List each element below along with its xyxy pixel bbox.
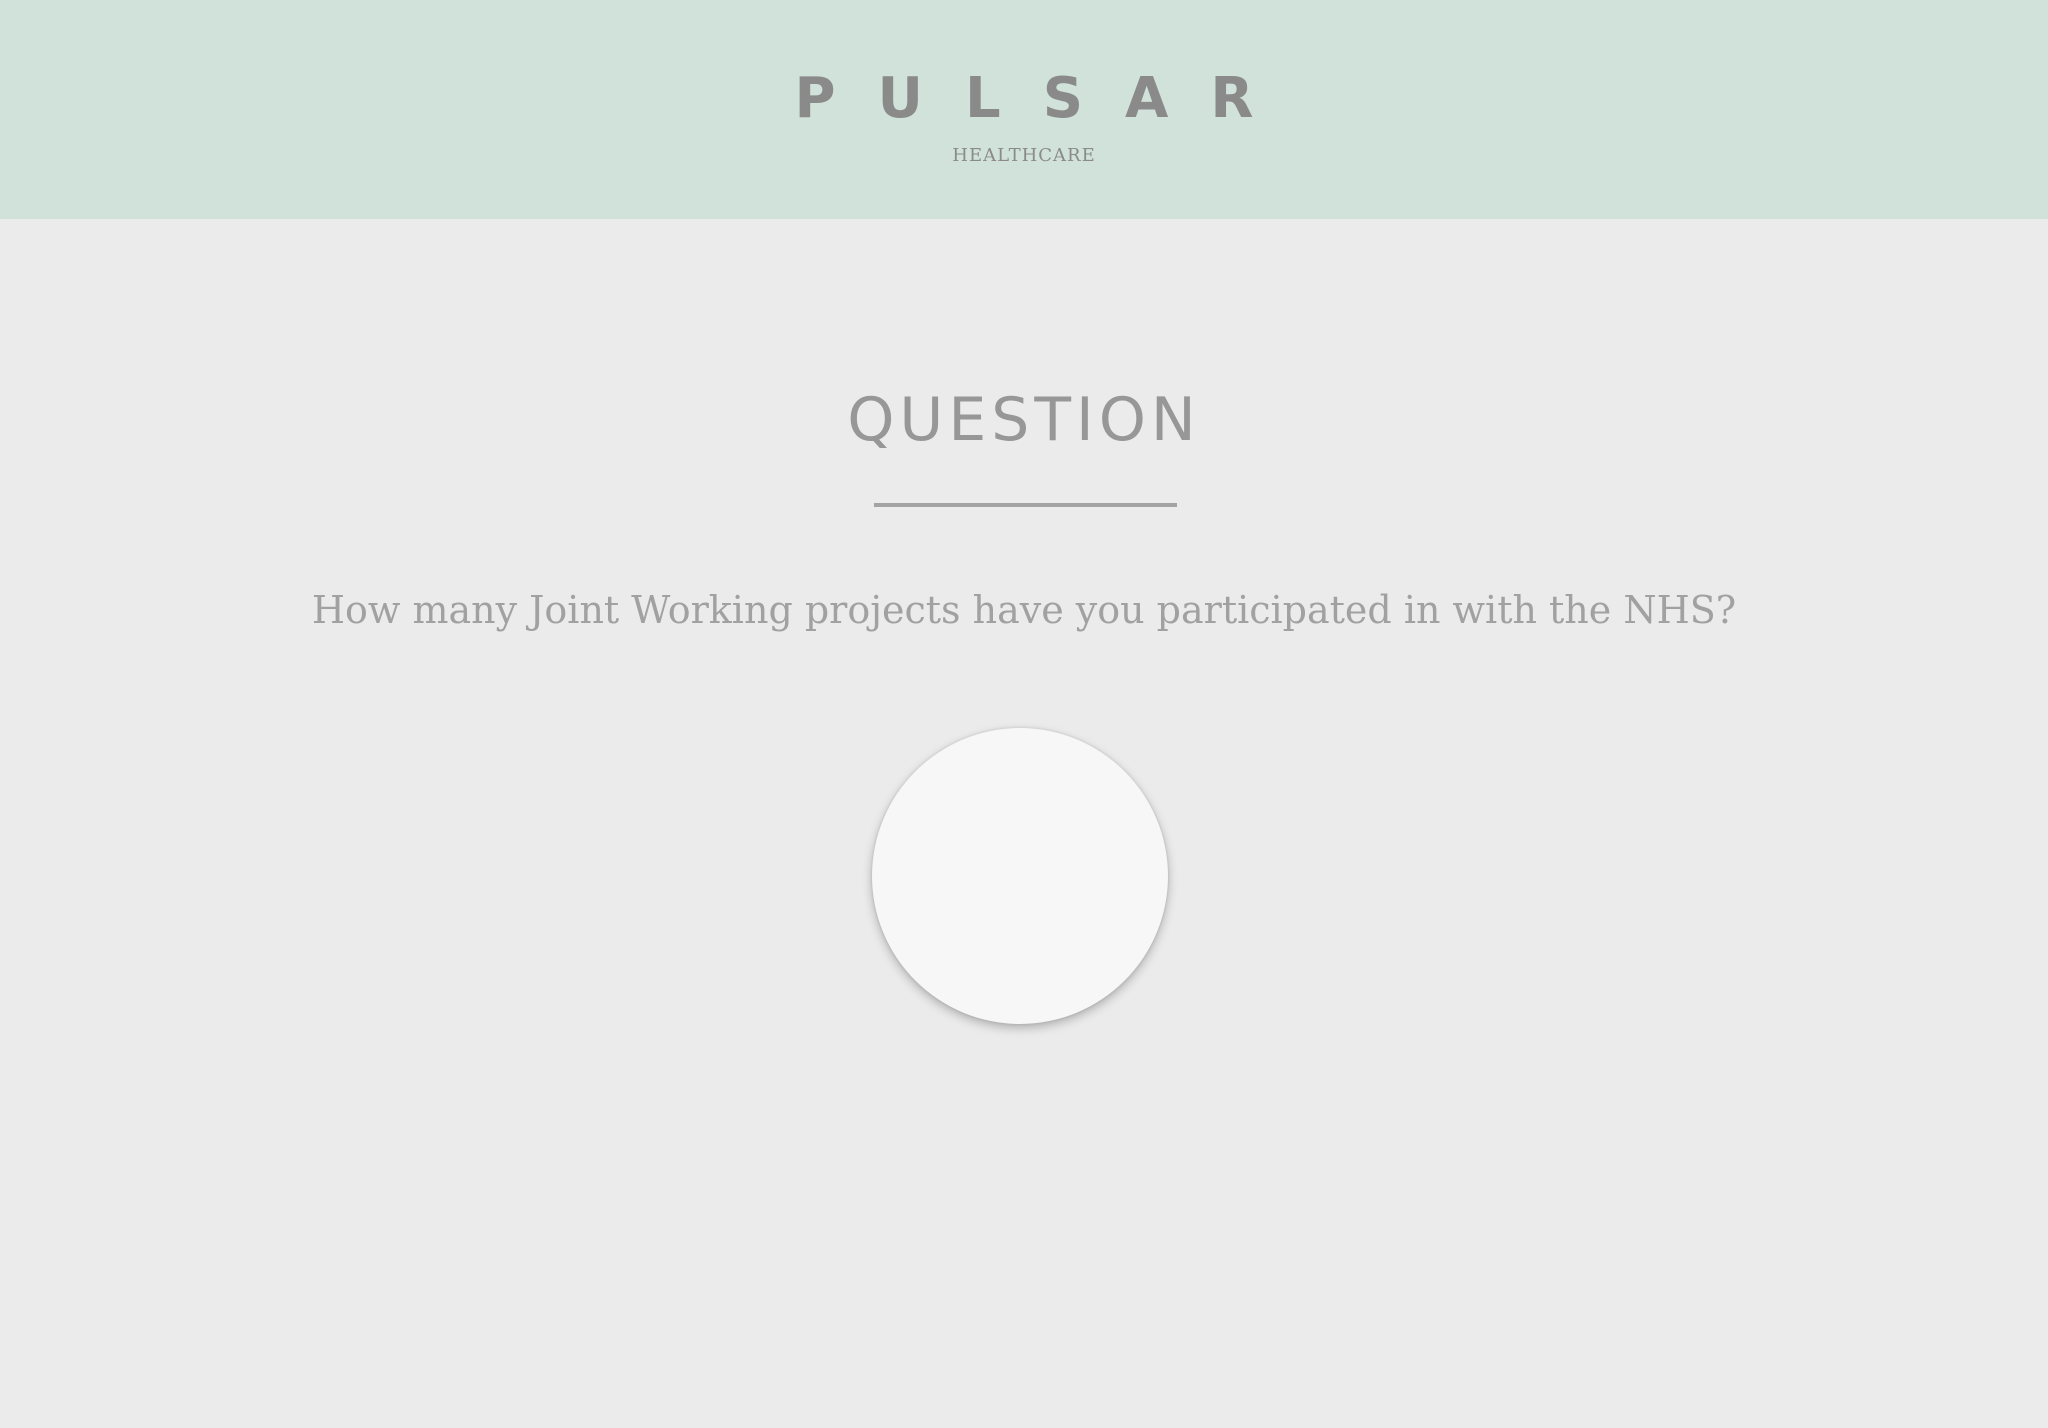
brand-subtitle: HEALTHCARE: [952, 145, 1096, 166]
site-header: PULSAR HEALTHCARE: [0, 0, 2048, 219]
section-heading: QUESTION: [847, 385, 1201, 455]
question-text: How many Joint Working projects have you…: [311, 588, 1737, 632]
heading-divider: [874, 503, 1177, 507]
pulsar-logo: PULSAR: [794, 66, 1296, 131]
answer-button[interactable]: [872, 728, 1168, 1024]
